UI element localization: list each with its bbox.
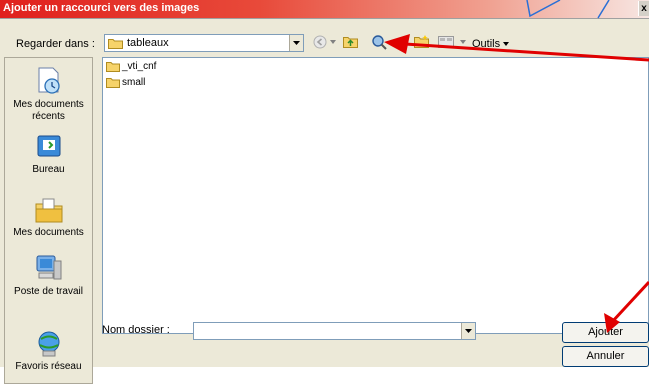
look-in-value: tableaux xyxy=(127,37,169,49)
recent-documents-icon xyxy=(38,67,60,94)
folder-icon xyxy=(106,62,120,72)
chevron-down-icon xyxy=(503,42,510,47)
look-in-dropdown-button[interactable] xyxy=(289,35,303,51)
folder-icon xyxy=(106,78,120,88)
tools-label: Outils xyxy=(472,38,501,50)
file-name: small xyxy=(122,77,146,89)
window-title: Ajouter un raccourci vers des images xyxy=(3,2,200,14)
add-button[interactable]: Ajouter xyxy=(562,322,649,343)
place-recent-documents[interactable]: Mes documents récents xyxy=(5,66,92,123)
chevron-down-icon xyxy=(465,329,472,333)
chevron-down-icon[interactable] xyxy=(460,40,466,44)
dialog-body: Regarder dans : tableaux Outils Mes docu… xyxy=(0,19,649,384)
network-places-icon xyxy=(38,331,59,357)
folder-icon xyxy=(108,39,123,49)
new-folder-icon[interactable] xyxy=(414,35,429,48)
file-name: _vti_cnf xyxy=(122,61,157,73)
look-in-combo[interactable]: tableaux xyxy=(104,34,304,52)
folder-name-label: Nom dossier : xyxy=(102,324,170,336)
cancel-button[interactable]: Annuler xyxy=(562,346,649,367)
chevron-down-icon[interactable] xyxy=(330,40,336,44)
views-icon[interactable] xyxy=(438,35,454,48)
place-label: Mes documents xyxy=(13,227,84,238)
list-item[interactable]: small xyxy=(106,77,145,91)
place-label: Bureau xyxy=(32,164,65,175)
folder-name-combo[interactable] xyxy=(193,322,476,340)
up-folder-icon[interactable] xyxy=(343,35,358,48)
file-list[interactable]: _vti_cnf small xyxy=(102,57,649,334)
place-my-computer[interactable]: Poste de travail xyxy=(5,253,92,298)
chevron-down-icon xyxy=(293,41,300,45)
folder-name-dropdown-button[interactable] xyxy=(461,323,475,339)
place-desktop[interactable]: Bureau xyxy=(5,133,92,176)
back-icon[interactable] xyxy=(313,35,327,49)
title-bar: Ajouter un raccourci vers des images x xyxy=(0,0,649,19)
list-item[interactable]: _vti_cnf xyxy=(106,61,156,75)
my-computer-icon xyxy=(36,255,61,280)
tools-menu[interactable]: Outils xyxy=(472,38,510,50)
close-button[interactable]: x xyxy=(638,1,649,16)
desktop-icon xyxy=(37,135,60,157)
look-in-label: Regarder dans : xyxy=(16,38,95,50)
places-bar: Mes documents récents Bureau Mes documen… xyxy=(4,57,93,384)
place-label: Poste de travail xyxy=(14,286,83,297)
my-documents-icon xyxy=(35,198,62,223)
place-my-documents[interactable]: Mes documents xyxy=(5,196,92,239)
place-label: Mes documents récents xyxy=(13,99,84,122)
search-web-icon[interactable] xyxy=(372,35,387,50)
